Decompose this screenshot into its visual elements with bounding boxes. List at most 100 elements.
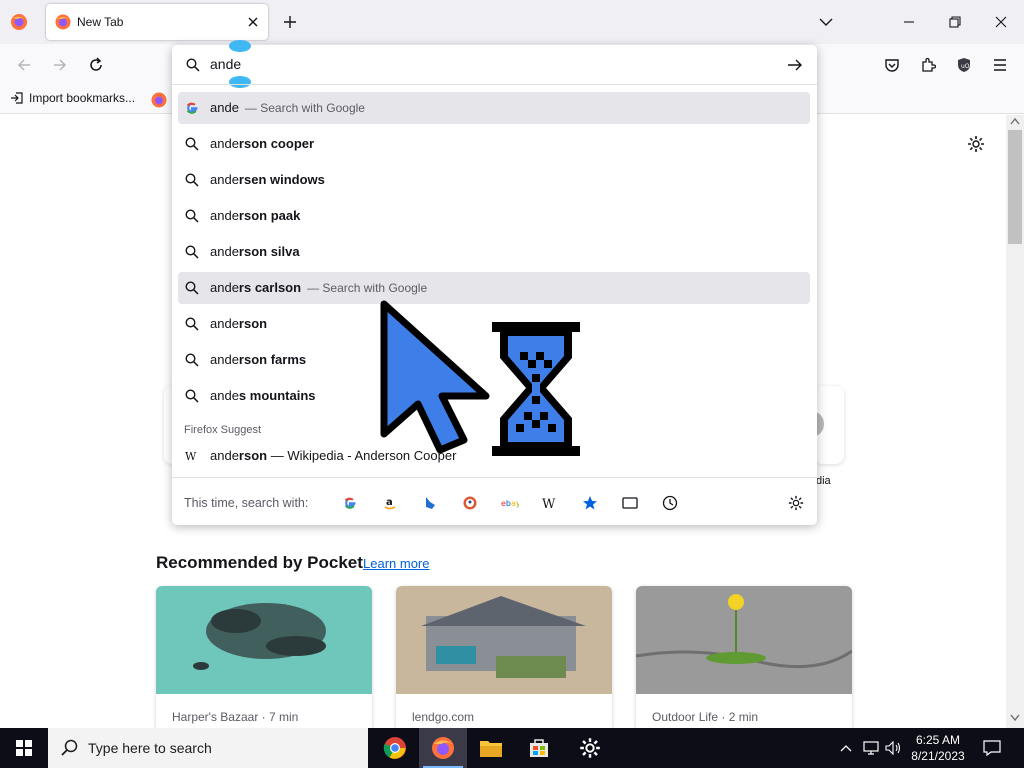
forward-arrow-icon[interactable]	[48, 53, 72, 77]
search-icon	[184, 388, 200, 404]
firefox-suggest-row[interactable]: W anderson — Wikipedia - Anderson Cooper	[178, 440, 810, 472]
bookmarks-star-icon[interactable]	[579, 492, 601, 514]
restore-window-icon[interactable]	[943, 10, 967, 34]
history-icon[interactable]	[659, 492, 681, 514]
pocket-story-card[interactable]: Harper's Bazaar · 7 min	[156, 586, 372, 731]
settings-gear-app-icon[interactable]	[566, 728, 614, 768]
tab-title: New Tab	[77, 15, 124, 29]
notifications-icon[interactable]	[980, 736, 1004, 760]
file-explorer-icon[interactable]	[467, 728, 515, 768]
wikipedia-icon: W	[184, 448, 200, 464]
taskbar-search-box[interactable]: Type here to search	[48, 728, 368, 768]
chrome-app-icon[interactable]	[371, 728, 419, 768]
urlbar-input[interactable]: ande	[210, 56, 241, 72]
oneoff-search-label: This time, search with:	[184, 496, 309, 510]
search-settings-gear-icon[interactable]	[785, 492, 807, 514]
volume-icon[interactable]	[884, 738, 904, 758]
amazon-icon[interactable]: a	[379, 492, 401, 514]
tab-new-tab[interactable]: New Tab	[46, 4, 268, 40]
go-arrow-icon[interactable]	[784, 54, 806, 76]
firefox-app-icon[interactable]	[419, 728, 467, 768]
network-icon[interactable]	[861, 738, 881, 758]
suggestion-text: anderson cooper	[210, 136, 315, 151]
new-tab-plus-icon[interactable]	[279, 11, 301, 33]
pocket-story-card[interactable]: Outdoor Life · 2 min	[636, 586, 852, 731]
touch-selection-handle-bottom[interactable]	[229, 76, 251, 88]
show-hidden-icons-chevron-icon[interactable]	[836, 738, 856, 758]
story-image-dolphins	[156, 586, 372, 694]
pocket-learn-more-link[interactable]: Learn more	[363, 556, 429, 571]
top-site-label: dia	[816, 475, 831, 487]
story-source: Outdoor Life · 2 min	[652, 710, 759, 724]
search-suggestion-row[interactable]: anderson farms	[178, 344, 810, 376]
firefox-suggest-heading: Firefox Suggest	[184, 424, 262, 436]
search-icon	[61, 739, 78, 756]
suggestion-text: anders carlson — Search with Google	[210, 280, 428, 295]
scroll-down-arrow-icon[interactable]	[1009, 714, 1021, 724]
microsoft-store-icon[interactable]	[515, 728, 563, 768]
search-suggestion-row[interactable]: anderson silva	[178, 236, 810, 268]
pocket-story-card[interactable]: lendgo.com	[396, 586, 612, 731]
wikipedia-icon[interactable]: W	[539, 492, 561, 514]
google-icon[interactable]	[339, 492, 361, 514]
google-g-icon	[184, 100, 200, 116]
touch-selection-handle-top[interactable]	[229, 40, 251, 52]
newtab-settings-gear-icon[interactable]	[965, 133, 987, 155]
search-suggestion-row[interactable]: anderson	[178, 308, 810, 340]
story-image-mansion	[396, 586, 612, 694]
ebay-icon[interactable]: ebay	[499, 492, 521, 514]
firefox-favicon-icon	[55, 14, 71, 30]
tabs-icon[interactable]	[619, 492, 641, 514]
minimize-window-icon[interactable]	[897, 10, 921, 34]
import-bookmarks-label: Import bookmarks...	[29, 91, 136, 105]
svg-text:a: a	[386, 497, 393, 508]
extensions-puzzle-icon[interactable]	[916, 53, 940, 77]
list-all-tabs-chevron-icon[interactable]	[815, 11, 837, 33]
suggestion-action: — Search with Google	[244, 101, 365, 115]
close-tab-icon[interactable]	[244, 13, 262, 31]
search-suggestion-row[interactable]: ande — Search with Google	[178, 92, 810, 124]
bing-icon[interactable]	[419, 492, 441, 514]
duckduckgo-icon[interactable]	[459, 492, 481, 514]
search-suggestion-row[interactable]: andersen windows	[178, 164, 810, 196]
search-suggestion-row[interactable]: anderson cooper	[178, 128, 810, 160]
ublock-shield-icon[interactable]: uO	[952, 53, 976, 77]
windows-taskbar: Type here to search 6:25 AM 8/21/2023	[0, 728, 1024, 768]
story-image-dandelion	[636, 586, 852, 694]
scrollbar-thumb[interactable]	[1008, 130, 1022, 244]
taskbar-clock[interactable]: 6:25 AM 8/21/2023	[904, 732, 972, 764]
search-icon	[184, 172, 200, 188]
taskbar-search-placeholder: Type here to search	[88, 740, 212, 756]
import-bookmarks-button[interactable]: Import bookmarks...	[10, 91, 135, 105]
suggestion-text: anderson	[210, 316, 268, 331]
suggestion-action: — Search with Google	[307, 281, 428, 295]
suggestion-text: andes mountains	[210, 388, 316, 403]
search-suggestion-row[interactable]: andes mountains	[178, 380, 810, 412]
search-icon	[184, 352, 200, 368]
import-icon	[11, 92, 23, 104]
firefox-suggest-text: anderson — Wikipedia - Anderson Cooper	[210, 448, 457, 463]
hamburger-menu-icon[interactable]	[988, 53, 1012, 77]
reload-icon[interactable]	[84, 53, 108, 77]
search-icon	[184, 136, 200, 152]
search-icon	[184, 316, 200, 332]
clock-date: 8/21/2023	[911, 749, 965, 763]
divider	[172, 84, 817, 85]
suggestion-text: anderson farms	[210, 352, 307, 367]
search-suggestion-row[interactable]: anders carlson — Search with Google	[178, 272, 810, 304]
suggestion-text: anderson silva	[210, 244, 300, 259]
search-icon	[184, 280, 200, 296]
close-window-icon[interactable]	[989, 10, 1013, 34]
pocket-section-title: Recommended by Pocket	[156, 553, 363, 572]
back-arrow-icon[interactable]	[12, 53, 36, 77]
windows-start-icon[interactable]	[0, 728, 48, 768]
scroll-up-arrow-icon[interactable]	[1009, 117, 1021, 127]
svg-text:ebay: ebay	[501, 499, 519, 508]
firefox-bookmark-icon[interactable]	[151, 92, 167, 108]
pocket-icon[interactable]	[880, 53, 904, 77]
firefox-view-icon[interactable]	[8, 11, 30, 33]
divider	[172, 477, 817, 478]
story-source: Harper's Bazaar · 7 min	[172, 710, 299, 724]
search-icon	[184, 56, 202, 74]
search-suggestion-row[interactable]: anderson paak	[178, 200, 810, 232]
